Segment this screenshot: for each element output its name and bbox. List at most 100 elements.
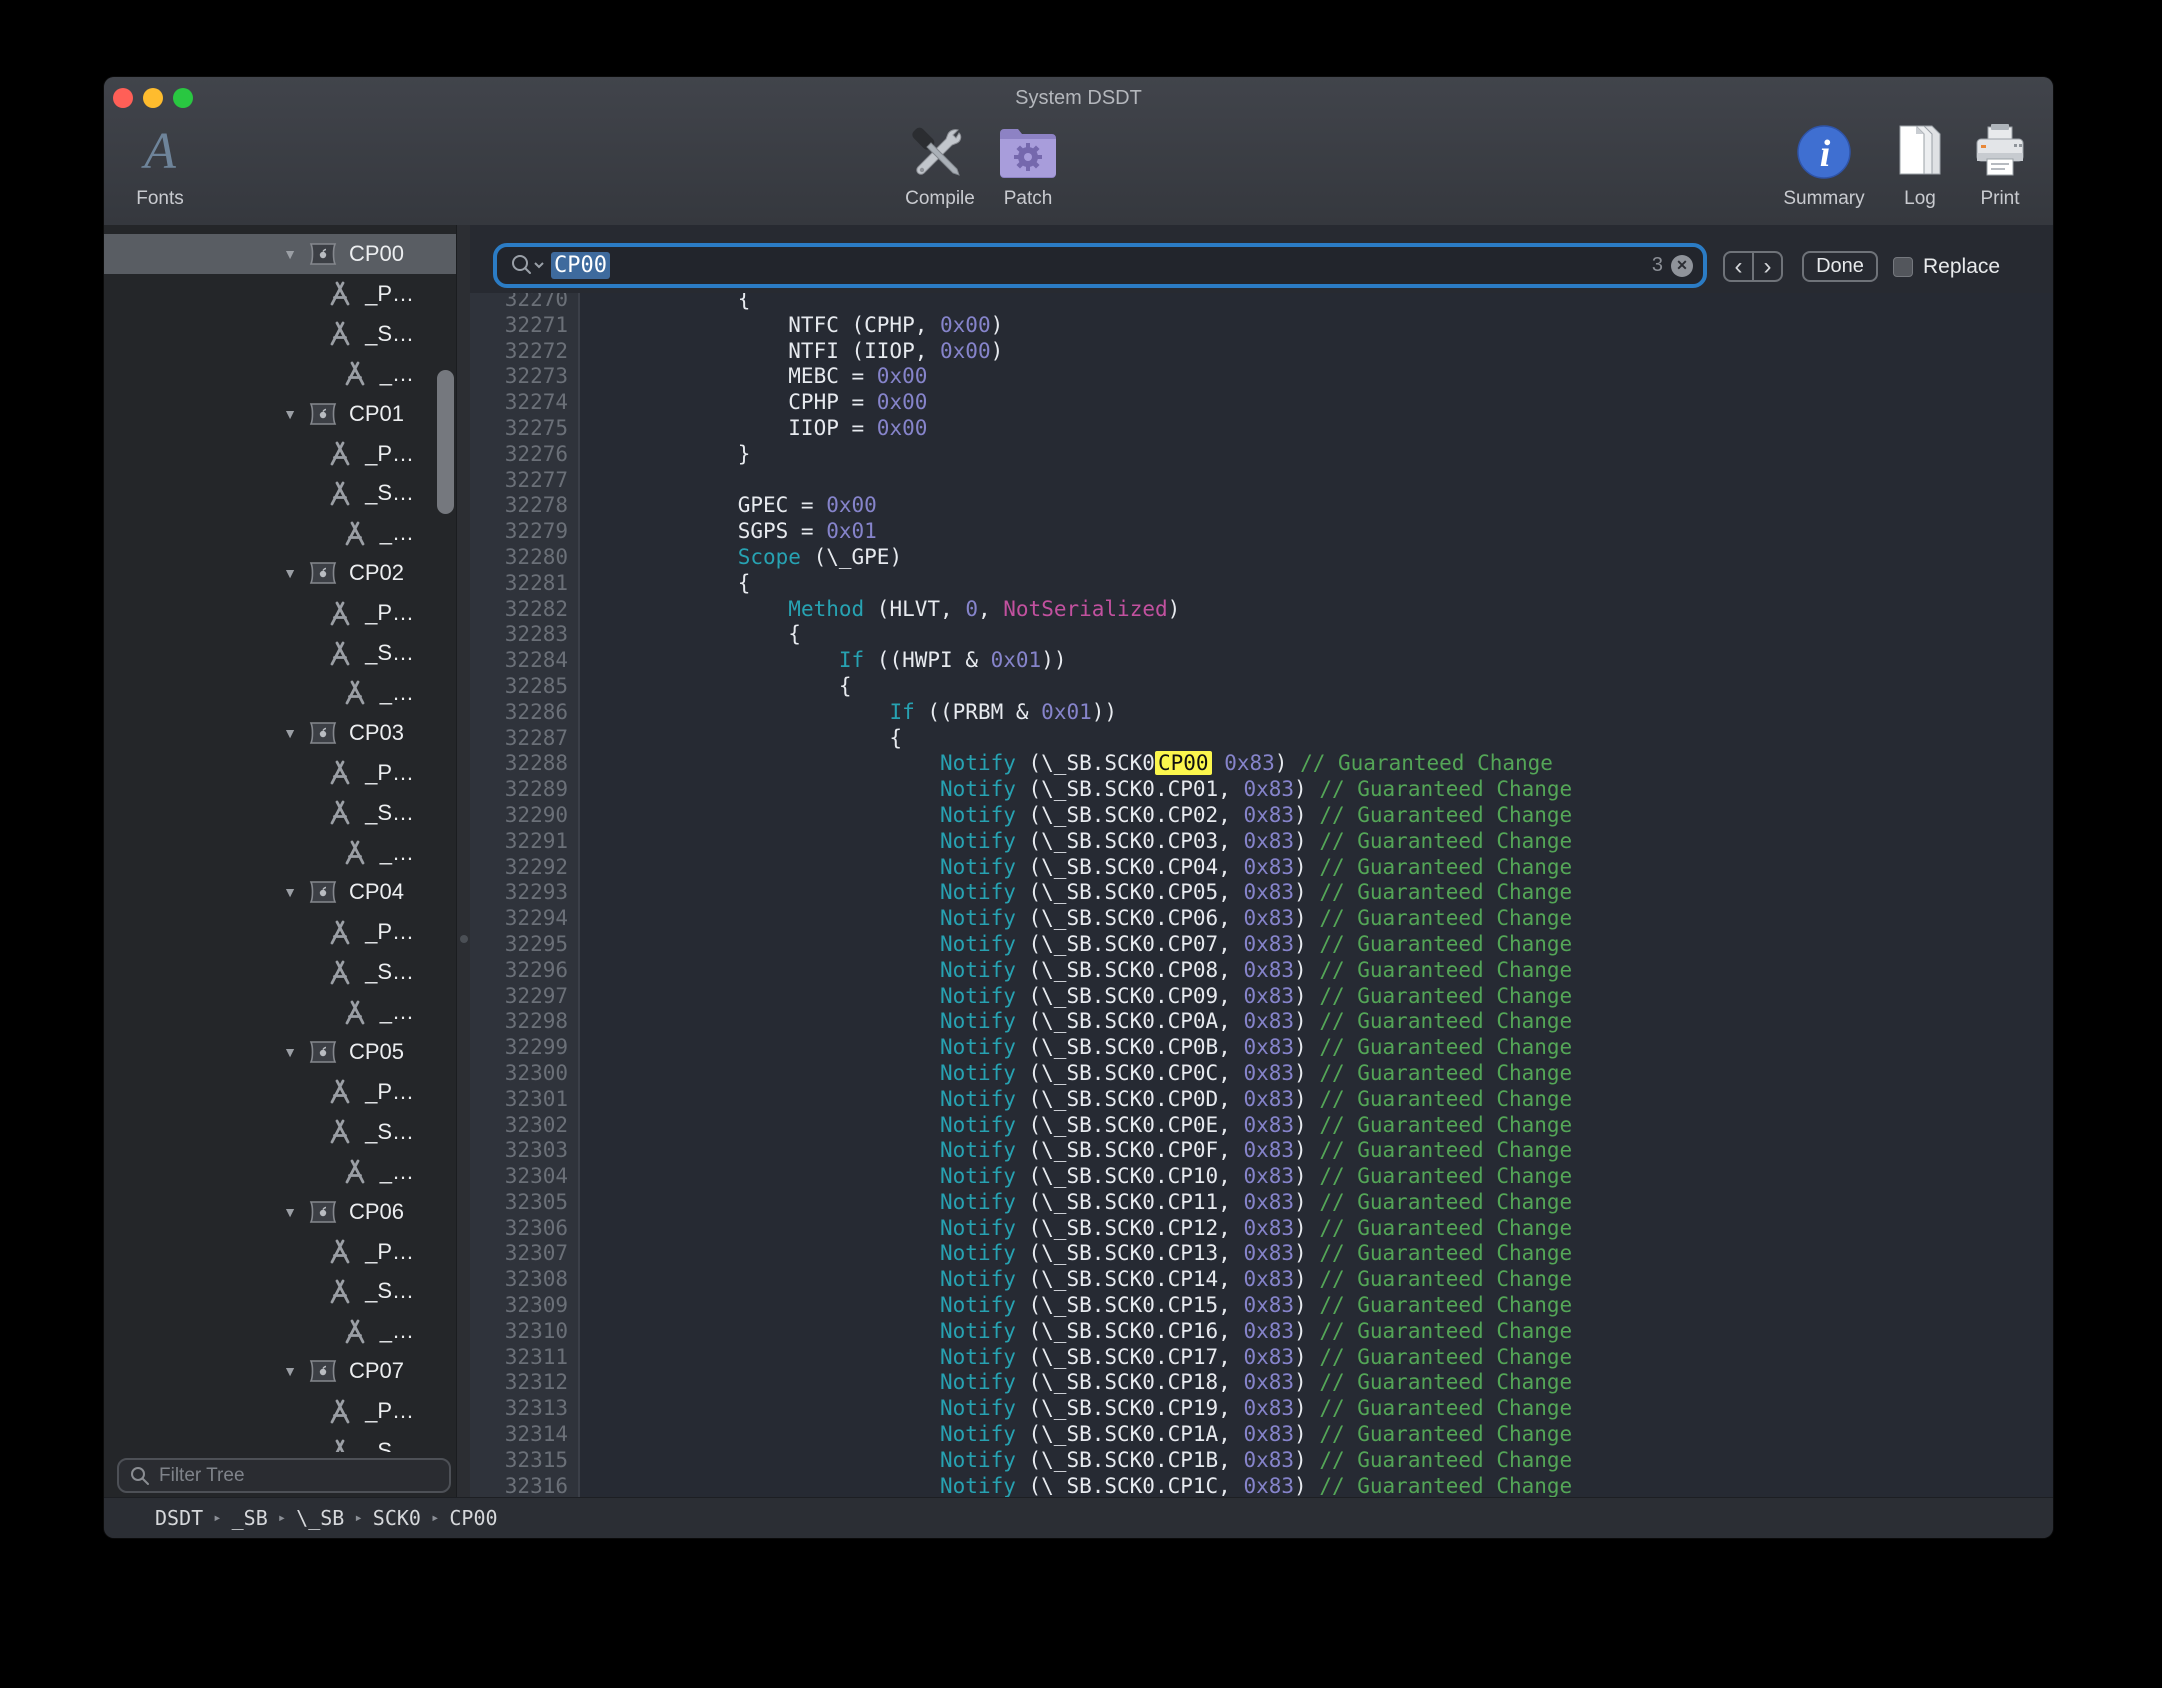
code-line: 32304 Notify (\_SB.SCK0.CP10, 0x83) // G… [470,1164,2053,1190]
tree-child-item[interactable]: _P… [104,274,456,314]
code-line: 32271 NTFC (CPHP, 0x00) [470,313,2053,339]
code-line: 32300 Notify (\_SB.SCK0.CP0C, 0x83) // G… [470,1061,2053,1087]
find-input[interactable]: CP00 3 ✕ [493,243,1707,288]
tree-item-label: CP00 [349,241,404,267]
tree-child-item[interactable]: _S… [104,793,456,833]
disclosure-triangle-icon[interactable]: ▼ [283,1045,297,1059]
tree-item-cp05[interactable]: ▼ CP05 [104,1032,456,1072]
disclosure-triangle-icon[interactable]: ▼ [283,885,297,899]
code-text: Notify (\_SB.SCK0.CP0C, 0x83) // Guarant… [586,1061,1572,1087]
tree-item-cp02[interactable]: ▼ CP02 [104,553,456,593]
tree-item-label: CP02 [349,560,404,586]
line-number: 32314 [470,1422,580,1448]
disclosure-triangle-icon[interactable]: ▼ [283,566,297,580]
tree-item-label: _… [380,680,414,706]
code-text: Notify (\_SB.SCK0.CP15, 0x83) // Guarant… [586,1293,1572,1319]
method-icon [327,919,353,946]
line-number: 32275 [470,416,580,442]
line-number: 32313 [470,1396,580,1422]
tree-item-label: _S… [365,640,414,666]
tree-child-item[interactable]: _P… [104,1232,456,1272]
tree-sidebar: ▼ CP00 _P… _S… _…▼ CP01 _P… _S… _…▼ CP02 [104,225,456,1497]
tree-item-label: CP03 [349,720,404,746]
tree-child-item[interactable]: _… [104,1311,456,1351]
code-line: 32311 Notify (\_SB.SCK0.CP17, 0x83) // G… [470,1345,2053,1371]
find-next-button[interactable]: › [1754,253,1781,280]
code-line: 32281 { [470,571,2053,597]
tree-item-cp07[interactable]: ▼ CP07 [104,1351,456,1391]
code-line: 32305 Notify (\_SB.SCK0.CP11, 0x83) // G… [470,1190,2053,1216]
code-line: 32297 Notify (\_SB.SCK0.CP09, 0x83) // G… [470,984,2053,1010]
breadcrumb-separator-icon: ▸ [431,1510,439,1526]
tree-child-item[interactable]: _P… [104,753,456,793]
code-text: Notify (\_SB.SCK0.CP03, 0x83) // Guarant… [586,829,1572,855]
search-icon [129,1465,151,1487]
tree-item-label: _… [380,840,414,866]
breadcrumb-item[interactable]: SCK0 [373,1506,421,1530]
find-previous-button[interactable]: ‹ [1725,253,1754,280]
tree-child-item[interactable]: _S… [104,1271,456,1311]
tree-item-cp01[interactable]: ▼ CP01 [104,394,456,434]
tree-child-item[interactable]: _S… [104,473,456,513]
line-number: 32289 [470,777,580,803]
clear-search-icon[interactable]: ✕ [1671,255,1693,277]
tree-item-label: _S… [365,321,414,347]
code-text: Notify (\_SB.SCK0.CP04, 0x83) // Guarant… [586,855,1572,881]
tree-child-item[interactable]: _… [104,673,456,713]
disclosure-triangle-icon[interactable]: ▼ [283,1205,297,1219]
tree-child-item[interactable]: _S… [104,952,456,992]
tree-item-cp03[interactable]: ▼ CP03 [104,713,456,753]
code-text: NTFC (CPHP, 0x00) [586,313,1003,339]
search-menu-icon[interactable] [509,253,545,279]
tree-child-item[interactable]: _P… [104,1072,456,1112]
tree-child-item[interactable]: _P… [104,1391,456,1431]
method-icon [327,1118,353,1145]
breadcrumb-item[interactable]: CP00 [449,1506,497,1530]
toolbar-item-patch[interactable]: Patch [968,121,1088,210]
code-line: 32272 NTFI (IIOP, 0x00) [470,339,2053,365]
tree-child-item[interactable]: _P… [104,434,456,474]
tree-child-item[interactable]: _S… [104,1431,456,1452]
tree-item-label: _… [380,1318,414,1344]
tree-child-item[interactable]: _… [104,513,456,553]
window-title: System DSDT [104,87,2053,110]
toolbar-item-print[interactable]: Print [1940,121,2053,210]
code-text: CPHP = 0x00 [586,390,927,416]
breadcrumb-item[interactable]: _SB [232,1506,268,1530]
sidebar-scrollbar[interactable] [437,370,454,514]
line-number: 32304 [470,1164,580,1190]
line-number: 32305 [470,1190,580,1216]
toolbar-item-fonts[interactable]: A Fonts [104,121,220,210]
tree-child-item[interactable]: _P… [104,593,456,633]
tree-child-item[interactable]: _S… [104,633,456,673]
tree-child-item[interactable]: _… [104,833,456,873]
method-icon [342,839,368,866]
code-line: 32274 CPHP = 0x00 [470,390,2053,416]
tree-child-item[interactable]: _… [104,354,456,394]
device-scope-icon [308,560,338,586]
code-line: 32309 Notify (\_SB.SCK0.CP15, 0x83) // G… [470,1293,2053,1319]
tree-item-cp06[interactable]: ▼ CP06 [104,1192,456,1232]
line-number: 32286 [470,700,580,726]
tree-item-cp00[interactable]: ▼ CP00 [104,234,456,274]
done-button[interactable]: Done [1802,251,1878,282]
method-icon [327,640,353,667]
disclosure-triangle-icon[interactable]: ▼ [283,1364,297,1378]
tree-child-item[interactable]: _S… [104,1112,456,1152]
code-area[interactable]: 32270 {32271 NTFC (CPHP, 0x00)32272 NTFI… [470,293,2053,1497]
tree-child-item[interactable]: _… [104,1152,456,1192]
disclosure-triangle-icon[interactable]: ▼ [283,726,297,740]
breadcrumb-item[interactable]: \_SB [296,1506,344,1530]
tree-child-item[interactable]: _P… [104,912,456,952]
disclosure-triangle-icon[interactable]: ▼ [283,407,297,421]
code-line: 32284 If ((HWPI & 0x01)) [470,648,2053,674]
tree-child-item[interactable]: _… [104,992,456,1032]
tree-child-item[interactable]: _S… [104,314,456,354]
breadcrumb-item[interactable]: DSDT [155,1506,203,1530]
svg-text:i: i [1820,133,1831,175]
tree-item-cp04[interactable]: ▼ CP04 [104,872,456,912]
tree-item-label: CP05 [349,1039,404,1065]
replace-checkbox[interactable] [1893,257,1913,277]
disclosure-triangle-icon[interactable]: ▼ [283,247,297,261]
filter-tree-input[interactable]: Filter Tree [117,1458,451,1493]
